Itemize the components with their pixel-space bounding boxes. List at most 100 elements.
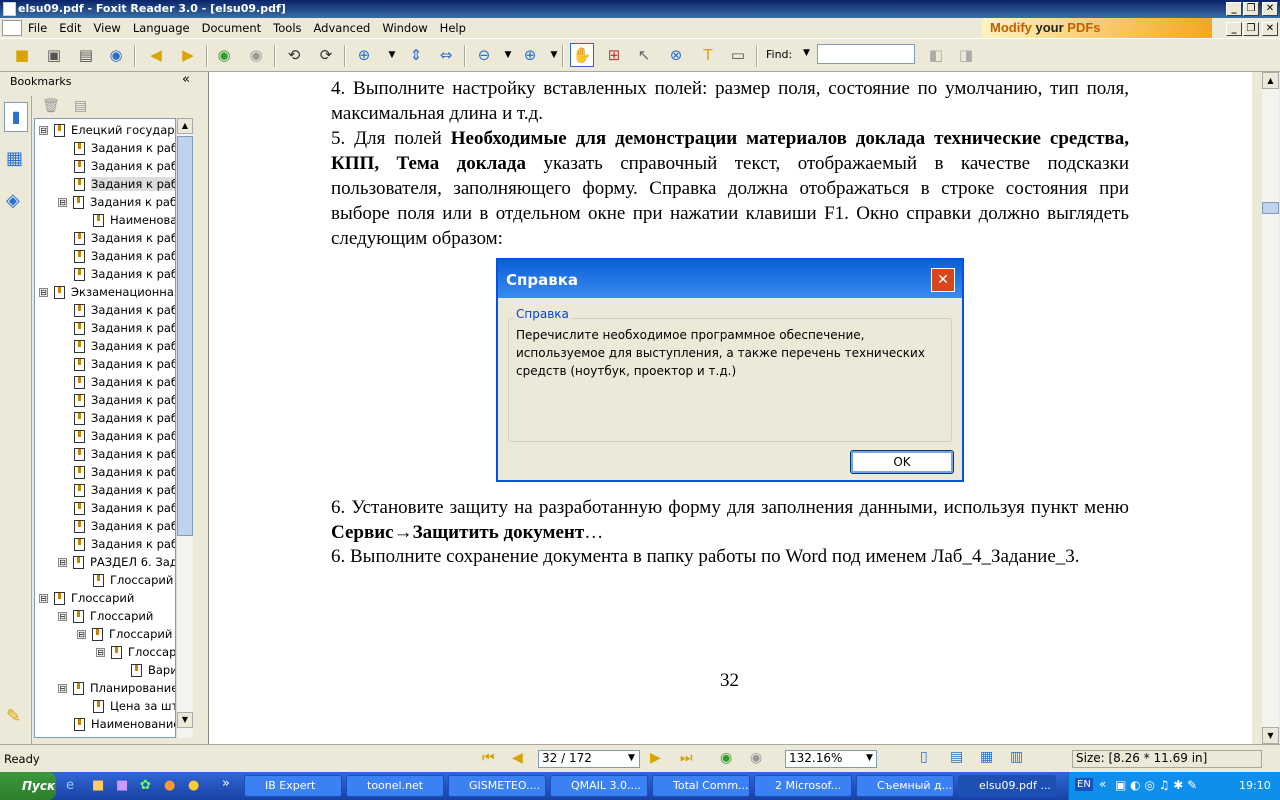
expand-toggle-icon[interactable]: ⊟: [58, 557, 67, 567]
bookmark-item[interactable]: Задания к раб: [74, 535, 175, 553]
bookmark-item[interactable]: Задания к раб: [74, 463, 175, 481]
expand-toggle-icon[interactable]: ⊟: [96, 647, 105, 657]
bookmark-item[interactable]: ⊟ Глоссарий: [77, 625, 172, 643]
bookmark-item[interactable]: Задания к раб: [74, 427, 175, 445]
expand-toggle-icon[interactable]: ⊟: [39, 287, 48, 297]
bookmark-item[interactable]: ⊟ Глоссар: [96, 643, 175, 661]
binoculars-icon[interactable]: ⊗: [664, 43, 688, 67]
typewriter-icon[interactable]: T: [696, 43, 720, 67]
language-indicator[interactable]: EN: [1075, 778, 1093, 791]
bookmark-item[interactable]: Наименова: [93, 211, 175, 229]
doc-scroll-up-icon[interactable]: ▲: [1262, 72, 1279, 89]
expand-toggle-icon[interactable]: ⊟: [39, 125, 48, 135]
attachments-tab-icon[interactable]: ✎: [6, 706, 21, 727]
open-icon[interactable]: ■: [10, 43, 34, 67]
menu-window[interactable]: Window: [376, 21, 433, 35]
doc-scroll-thumb[interactable]: [1262, 202, 1279, 214]
ad-banner[interactable]: Modify your PDFs: [982, 18, 1212, 38]
bookmark-item[interactable]: Задания к раб: [74, 247, 175, 265]
page-input[interactable]: 32 / 172: [538, 750, 640, 768]
find-input[interactable]: [817, 44, 915, 64]
taskbar-button[interactable]: 2 Microsof...: [754, 775, 852, 797]
bookmarks-tab-icon[interactable]: ▮: [4, 102, 28, 132]
first-page-icon[interactable]: ⏮: [482, 750, 495, 766]
expand-toggle-icon[interactable]: ⊟: [58, 683, 67, 693]
expand-toggle-icon[interactable]: ⊟: [58, 197, 67, 207]
back-icon[interactable]: ◉: [212, 43, 236, 67]
bookmark-scrollbar[interactable]: ▲ ▼: [176, 118, 193, 738]
bookmark-item[interactable]: ⊟ Глоссарий: [58, 607, 153, 625]
pages-tab-icon[interactable]: ▦: [6, 148, 23, 169]
menu-view[interactable]: View: [88, 21, 127, 35]
snapshot-icon[interactable]: ▭: [726, 43, 750, 67]
zoom-in-icon[interactable]: ⊕: [352, 43, 376, 67]
next-page-icon[interactable]: ▶: [650, 750, 661, 766]
bookmark-item[interactable]: Задания к раб: [74, 157, 175, 175]
print-icon[interactable]: ▤: [74, 43, 98, 67]
taskbar-button[interactable]: Съемный д...: [856, 775, 954, 797]
menu-file[interactable]: File: [22, 21, 53, 35]
scroll-thumb[interactable]: [177, 136, 193, 536]
taskbar-button[interactable]: elsu09.pdf ...: [958, 775, 1056, 797]
close-button[interactable]: ✕: [1262, 2, 1278, 16]
bookmark-item[interactable]: ⊟ Задания к раб: [58, 193, 175, 211]
bookmark-item[interactable]: ⊟ РАЗДЕЛ 6. Зад: [58, 553, 175, 571]
save-icon[interactable]: ▣: [42, 43, 66, 67]
status-forward-icon[interactable]: ◉: [750, 750, 762, 766]
collapse-panel-button[interactable]: «: [182, 72, 190, 87]
rotate-left-icon[interactable]: ⟲: [282, 43, 306, 67]
quicklaunch-more-button[interactable]: »: [222, 776, 230, 791]
expand-toggle-icon[interactable]: ⊟: [77, 629, 86, 639]
bookmark-item[interactable]: Задания к раб: [74, 391, 175, 409]
taskbar-button[interactable]: GISMETEO....: [448, 775, 546, 797]
bookmark-item[interactable]: Задания к раб: [74, 301, 175, 319]
zoom-out-circle-icon[interactable]: ⊖: [472, 43, 496, 67]
document-scrollbar[interactable]: ▲ ▼: [1262, 72, 1279, 744]
rotate-right-icon[interactable]: ⟳: [314, 43, 338, 67]
quicklaunch-icon-3[interactable]: ■: [116, 778, 128, 793]
taskbar-button[interactable]: IB Expert: [244, 775, 342, 797]
prev-page-icon[interactable]: ◀: [512, 750, 523, 766]
quicklaunch-icon-4[interactable]: ✿: [140, 778, 151, 793]
bookmark-item[interactable]: Вари: [131, 661, 175, 679]
select-text-icon[interactable]: ⊞: [602, 43, 626, 67]
bookmark-item[interactable]: Задания к раб: [74, 517, 175, 535]
fit-width-icon[interactable]: ⇔: [434, 43, 458, 67]
hand-tool-icon[interactable]: ✋: [570, 43, 594, 67]
find-prev-icon[interactable]: ◧: [924, 43, 948, 67]
prev-arrow-icon[interactable]: ◀: [144, 43, 168, 67]
tray-expand-button[interactable]: «: [1099, 777, 1106, 791]
tray-icons[interactable]: ▣ ◐ ◎ ♫ ✱ ✎: [1115, 778, 1197, 792]
bookmark-item[interactable]: Задания к раб: [74, 373, 175, 391]
doc-scroll-down-icon[interactable]: ▼: [1262, 727, 1279, 744]
bookmark-item[interactable]: ⊟ Планирование: [58, 679, 175, 697]
menu-advanced[interactable]: Advanced: [308, 21, 377, 35]
restore-button[interactable]: ❐: [1243, 2, 1259, 16]
menu-language[interactable]: Language: [127, 21, 196, 35]
doc-minimize-button[interactable]: _: [1226, 22, 1242, 36]
continuous-facing-icon[interactable]: ▥: [1010, 749, 1023, 765]
start-button[interactable]: Пуск: [0, 772, 56, 800]
bookmark-item[interactable]: Задания к раб: [74, 409, 175, 427]
minimize-button[interactable]: _: [1226, 2, 1242, 16]
bookmark-item[interactable]: Задания к раб: [74, 355, 175, 373]
find-dropdown-icon[interactable]: ▼: [803, 48, 810, 58]
expand-toggle-icon[interactable]: ⊟: [39, 593, 48, 603]
layers-tab-icon[interactable]: ◈: [6, 190, 20, 211]
zoom-out-dropdown-icon[interactable]: ▼: [496, 43, 520, 67]
menu-edit[interactable]: Edit: [53, 21, 87, 35]
bookmark-item[interactable]: Задания к раб: [74, 499, 175, 517]
bookmark-item[interactable]: Задания к раб: [74, 139, 175, 157]
pointer-icon[interactable]: ↖: [632, 43, 656, 67]
expand-toggle-icon[interactable]: ⊟: [58, 611, 67, 621]
quicklaunch-icon-6[interactable]: ●: [188, 778, 199, 793]
bookmark-item[interactable]: ⊟ Экзаменационная: [39, 283, 175, 301]
fit-page-icon[interactable]: ⇕: [404, 43, 428, 67]
bookmark-item[interactable]: Задания к раб: [74, 265, 175, 283]
menu-tools[interactable]: Tools: [267, 21, 307, 35]
bookmark-item[interactable]: Глоссарий: [93, 571, 173, 589]
doc-restore-button[interactable]: ❐: [1243, 22, 1259, 36]
bookmark-item[interactable]: Задания к раб: [74, 229, 175, 247]
zoom-input[interactable]: 132.16%: [785, 750, 877, 768]
scroll-down-icon[interactable]: ▼: [177, 712, 193, 728]
